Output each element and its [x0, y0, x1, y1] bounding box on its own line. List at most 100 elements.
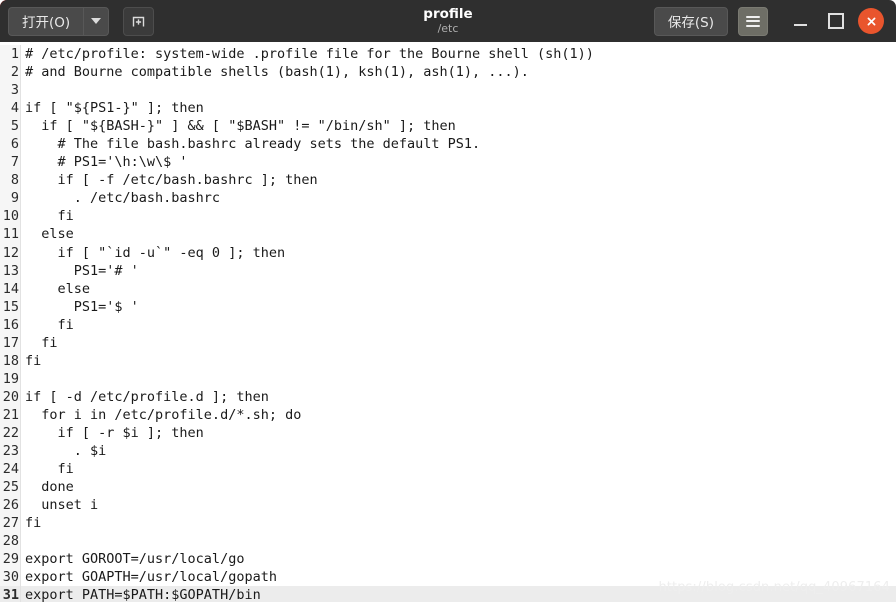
- open-button[interactable]: 打开(O): [8, 6, 84, 36]
- code-line[interactable]: 18 fi: [0, 351, 896, 370]
- line-number: 20: [0, 387, 21, 406]
- line-number: 21: [0, 405, 21, 424]
- code-line[interactable]: 15 PS1='$ ': [0, 297, 896, 316]
- titlebar: 打开(O) profile /etc 保存(S): [0, 0, 896, 42]
- minimize-icon: [793, 24, 807, 26]
- close-button[interactable]: [854, 3, 890, 39]
- line-text[interactable]: . $i: [21, 442, 896, 460]
- line-number: 24: [0, 460, 21, 479]
- line-number: 15: [0, 297, 21, 316]
- line-text[interactable]: fi: [21, 316, 896, 334]
- line-text[interactable]: fi: [21, 352, 896, 370]
- save-button[interactable]: 保存(S): [653, 6, 728, 36]
- line-number: 2: [0, 63, 21, 82]
- line-text[interactable]: # /etc/profile: system-wide .profile fil…: [21, 45, 896, 63]
- line-text[interactable]: # PS1='\h:\w\$ ': [21, 153, 896, 171]
- line-number: 29: [0, 550, 21, 569]
- new-document-button[interactable]: [123, 6, 155, 36]
- code-line[interactable]: 14 else: [0, 279, 896, 298]
- line-number: 30: [0, 568, 21, 587]
- code-line[interactable]: 13 PS1='# ': [0, 261, 896, 280]
- code-line[interactable]: 3: [0, 81, 896, 100]
- line-number: 31: [0, 586, 21, 602]
- line-text[interactable]: done: [21, 478, 896, 496]
- line-number: 9: [0, 189, 21, 208]
- code-line[interactable]: 7 # PS1='\h:\w\$ ': [0, 153, 896, 172]
- watermark: https://blog.csdn.net/qq_40967164: [658, 579, 890, 595]
- code-line[interactable]: 6 # The file bash.bashrc already sets th…: [0, 135, 896, 154]
- line-text[interactable]: # and Bourne compatible shells (bash(1),…: [21, 63, 896, 81]
- line-number: 6: [0, 135, 21, 154]
- new-document-icon: [132, 16, 145, 26]
- code-line[interactable]: 20 if [ -d /etc/profile.d ]; then: [0, 387, 896, 406]
- code-line[interactable]: 9 . /etc/bash.bashrc: [0, 189, 896, 208]
- maximize-icon: [828, 13, 844, 29]
- line-number: 1: [0, 45, 21, 64]
- code-line[interactable]: 8 if [ -f /etc/bash.bashrc ]; then: [0, 171, 896, 190]
- menu-button[interactable]: [738, 6, 768, 36]
- line-text[interactable]: # The file bash.bashrc already sets the …: [21, 135, 896, 153]
- code-line[interactable]: 11 else: [0, 225, 896, 244]
- code-line[interactable]: 4 if [ "${PS1-}" ]; then: [0, 99, 896, 118]
- line-text[interactable]: PS1='$ ': [21, 298, 896, 316]
- line-text[interactable]: fi: [21, 334, 896, 352]
- document-path: /etc: [437, 22, 459, 35]
- code-line[interactable]: 12 if [ "`id -u`" -eq 0 ]; then: [0, 243, 896, 262]
- line-number: 25: [0, 478, 21, 497]
- line-number: 19: [0, 369, 21, 388]
- code-line[interactable]: 16 fi: [0, 315, 896, 334]
- line-text[interactable]: fi: [21, 514, 896, 532]
- code-line[interactable]: 23 . $i: [0, 442, 896, 461]
- code-line[interactable]: 25 done: [0, 478, 896, 497]
- code-line[interactable]: 26 unset i: [0, 496, 896, 515]
- code-line[interactable]: 2 # and Bourne compatible shells (bash(1)…: [0, 63, 896, 82]
- line-number: 5: [0, 117, 21, 136]
- close-icon: [858, 8, 884, 34]
- line-text[interactable]: export GOROOT=/usr/local/go: [21, 550, 896, 568]
- line-text[interactable]: PS1='# ': [21, 262, 896, 280]
- line-text[interactable]: else: [21, 280, 896, 298]
- line-number: 27: [0, 514, 21, 533]
- line-text[interactable]: if [ "${BASH-}" ] && [ "$BASH" != "/bin/…: [21, 117, 896, 135]
- line-text[interactable]: if [ -r $i ]; then: [21, 424, 896, 442]
- code-line[interactable]: 22 if [ -r $i ]; then: [0, 423, 896, 443]
- line-number: 14: [0, 279, 21, 298]
- line-text[interactable]: if [ -d /etc/profile.d ]; then: [21, 388, 896, 406]
- line-text[interactable]: for i in /etc/profile.d/*.sh; do: [21, 406, 896, 424]
- line-number: 18: [0, 351, 21, 370]
- line-text[interactable]: if [ -f /etc/bash.bashrc ]; then: [21, 171, 896, 189]
- open-dropdown-button[interactable]: [83, 6, 110, 36]
- line-number: 28: [0, 532, 21, 551]
- code-line[interactable]: 19: [0, 369, 896, 388]
- line-number: 4: [0, 99, 21, 118]
- code-line[interactable]: 29 export GOROOT=/usr/local/go: [0, 550, 896, 569]
- code-line[interactable]: 1 # /etc/profile: system-wide .profile fi…: [0, 45, 896, 64]
- line-text[interactable]: else: [21, 225, 896, 243]
- open-button-group: 打开(O): [8, 6, 110, 36]
- chevron-down-icon: [91, 18, 102, 24]
- editor-area[interactable]: 1 # /etc/profile: system-wide .profile fi…: [0, 42, 896, 602]
- text-editor-window: 打开(O) profile /etc 保存(S) 1 # /etc/profil…: [0, 0, 896, 602]
- line-number: 17: [0, 333, 21, 352]
- line-text[interactable]: fi: [21, 207, 896, 225]
- save-button-label: 保存(S): [667, 15, 714, 31]
- code-line[interactable]: 5 if [ "${BASH-}" ] && [ "$BASH" != "/bi…: [0, 117, 896, 136]
- code-line[interactable]: 10 fi: [0, 207, 896, 226]
- maximize-button[interactable]: [818, 3, 854, 39]
- line-text[interactable]: . /etc/bash.bashrc: [21, 189, 896, 207]
- code-line[interactable]: 27 fi: [0, 514, 896, 533]
- line-text[interactable]: fi: [21, 460, 896, 478]
- code-lines-container[interactable]: 1 # /etc/profile: system-wide .profile fi…: [0, 42, 896, 602]
- code-line[interactable]: 21 for i in /etc/profile.d/*.sh; do: [0, 405, 896, 424]
- minimize-button[interactable]: [782, 3, 818, 39]
- document-title: profile: [423, 6, 473, 22]
- code-line[interactable]: 24 fi: [0, 460, 896, 479]
- code-line[interactable]: 17 fi: [0, 333, 896, 352]
- line-number: 3: [0, 81, 21, 100]
- line-number: 12: [0, 243, 21, 262]
- line-text[interactable]: unset i: [21, 496, 896, 514]
- line-text[interactable]: if [ "${PS1-}" ]; then: [21, 99, 896, 117]
- line-number: 8: [0, 171, 21, 190]
- code-line[interactable]: 28: [0, 532, 896, 551]
- line-text[interactable]: if [ "`id -u`" -eq 0 ]; then: [21, 244, 896, 262]
